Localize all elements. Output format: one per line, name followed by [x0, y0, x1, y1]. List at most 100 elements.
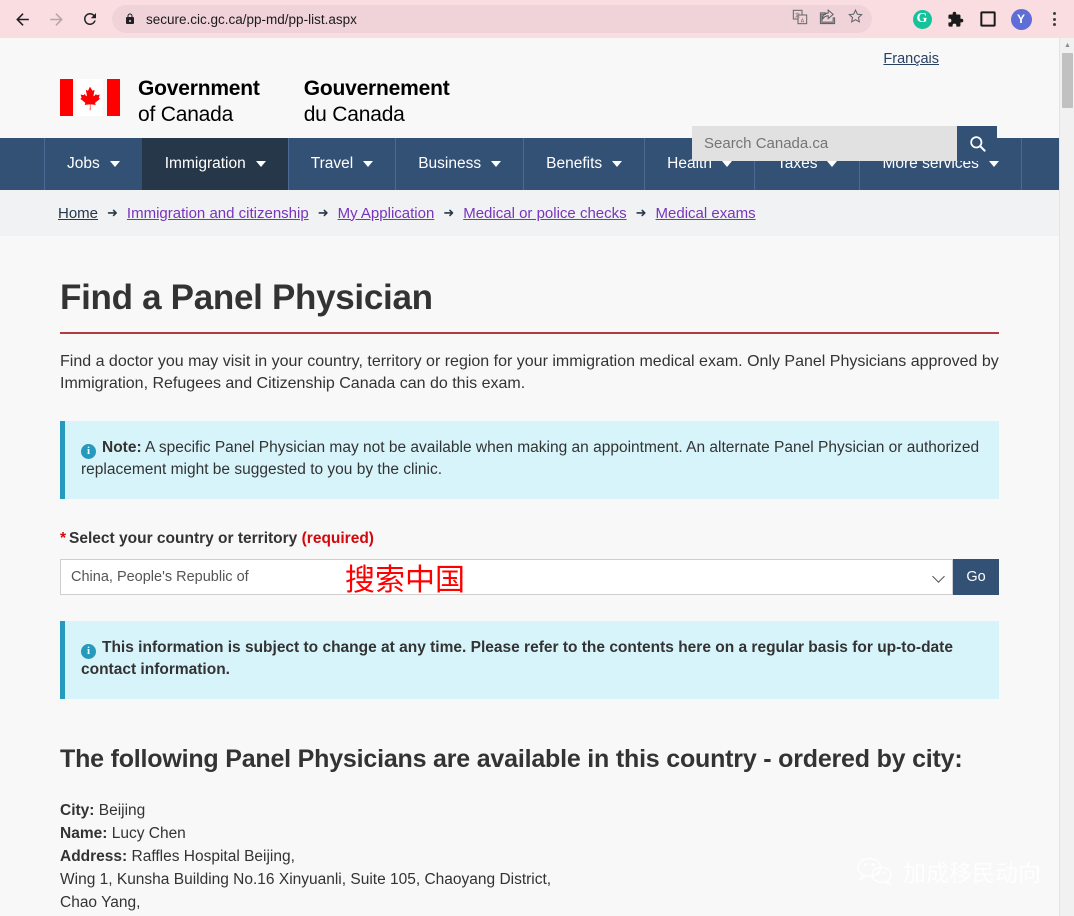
breadcrumb-separator-icon: ➜	[107, 205, 118, 220]
info-icon: i	[81, 643, 96, 659]
chrome-menu-icon[interactable]	[1040, 5, 1068, 33]
nav-label: Business	[418, 155, 482, 172]
breadcrumb-separator-icon: ➜	[635, 205, 647, 220]
country-select[interactable]: China, People's Republic of	[60, 559, 953, 595]
nav-item-immigration[interactable]: Immigration	[141, 138, 288, 190]
breadcrumb-separator-icon: ➜	[443, 205, 455, 220]
nav-label: Travel	[310, 155, 354, 172]
subject-box-text: This information is subject to change at…	[81, 639, 953, 678]
chevron-down-icon	[988, 161, 999, 167]
name-value: Lucy Chen	[111, 825, 186, 842]
physician-address-line1: Address: Raffles Hospital Beijing,	[60, 845, 999, 868]
search-icon	[969, 136, 986, 152]
physician-city-line: City: Beijing	[60, 799, 999, 822]
breadcrumb: Home ➜ Immigration and citizenship ➜ My …	[0, 190, 1059, 236]
extensions-puzzle-icon[interactable]	[941, 5, 969, 33]
chevron-down-icon	[721, 161, 732, 167]
bookmark-star-icon[interactable]	[847, 8, 864, 30]
wordmark-en-line1: Government	[138, 77, 260, 100]
address-label: Address:	[60, 848, 128, 865]
country-select-row: China, People's Republic of Go 搜索中国	[60, 559, 999, 598]
goc-header: Français Government of Canada Gouverneme…	[0, 38, 1059, 161]
nav-item-jobs[interactable]: Jobs	[44, 138, 142, 190]
breadcrumb-item-my-application[interactable]: My Application	[338, 205, 435, 222]
physician-address-line3: Chao Yang,	[60, 894, 141, 911]
goc-brand[interactable]: Government of Canada Gouvernement du Can…	[60, 76, 450, 128]
nav-item-travel[interactable]: Travel	[287, 138, 396, 190]
subject-to-change-callout: i This information is subject to change a…	[60, 621, 999, 699]
web-page: Français Government of Canada Gouverneme…	[0, 38, 1059, 916]
wordmark-french: Gouvernement du Canada	[304, 76, 450, 128]
city-value: Beijing	[98, 802, 146, 819]
note-text: A specific Panel Physician may not be av…	[81, 439, 980, 478]
nav-label: Benefits	[546, 155, 603, 172]
grammarly-icon[interactable]: G	[908, 5, 936, 33]
scrollbar-thumb[interactable]	[1062, 53, 1073, 108]
forward-arrow-icon[interactable]	[40, 3, 72, 35]
chevron-down-icon	[612, 161, 623, 167]
chevron-down-icon	[255, 161, 266, 167]
browser-extension-icons: G Y	[908, 0, 1068, 38]
browser-nav-buttons	[0, 3, 106, 35]
grammarly-letter: G	[912, 9, 932, 29]
address-bar[interactable]: secure.cic.gc.ca/pp-md/pp-list.aspx 文A	[112, 5, 872, 33]
reload-icon[interactable]	[74, 3, 106, 35]
chevron-down-icon	[491, 161, 502, 167]
chevron-down-icon	[363, 161, 374, 167]
required-asterisk: *	[60, 530, 67, 547]
page-title: Find a Panel Physician	[60, 236, 999, 334]
sidebar-panel-icon[interactable]	[974, 5, 1002, 33]
search-button[interactable]	[957, 126, 997, 161]
physician-address-line2: Wing 1, Kunsha Building No.16 Xinyuanli,…	[60, 871, 552, 888]
nav-label: Jobs	[67, 155, 100, 172]
field-label-text: Select your country or territory	[69, 530, 298, 547]
maple-leaf-icon	[80, 86, 101, 110]
share-icon[interactable]	[819, 8, 836, 30]
name-label: Name:	[60, 825, 108, 842]
wordmark-fr-line1: Gouvernement	[303, 77, 450, 100]
scroll-up-arrow-icon[interactable]: ▲	[1060, 38, 1074, 52]
breadcrumb-item-immigration-and-citizenship[interactable]: Immigration and citizenship	[127, 205, 309, 222]
breadcrumb-separator-icon: ➜	[317, 205, 329, 220]
chevron-down-icon	[827, 161, 838, 167]
browser-toolbar: secure.cic.gc.ca/pp-md/pp-list.aspx 文A G…	[0, 0, 1074, 38]
omnibox-actions: 文A	[792, 5, 864, 33]
nav-label: Immigration	[164, 155, 246, 172]
language-link-francais[interactable]: Français	[883, 51, 939, 67]
intro-paragraph: Find a doctor you may visit in your coun…	[60, 353, 999, 392]
breadcrumb-item-medical-exams[interactable]: Medical exams	[656, 205, 756, 222]
goc-wordmark: Government of Canada Gouvernement du Can…	[138, 76, 450, 128]
chevron-down-icon	[109, 161, 120, 167]
address-value-1: Raffles Hospital Beijing,	[131, 848, 295, 865]
wordmark-english: Government of Canada	[138, 76, 260, 128]
city-label: City:	[60, 802, 95, 819]
breadcrumb-item-home[interactable]: Home	[58, 205, 98, 222]
country-select-value: China, People's Republic of	[71, 569, 249, 585]
language-toggle-row: Français	[60, 38, 999, 68]
translate-icon[interactable]: 文A	[792, 9, 808, 30]
page-viewport: Français Government of Canada Gouverneme…	[0, 38, 1074, 916]
wordmark-en-line2: of Canada	[138, 103, 234, 126]
profile-avatar[interactable]: Y	[1007, 5, 1035, 33]
avatar-letter: Y	[1010, 8, 1032, 30]
nav-item-benefits[interactable]: Benefits	[523, 138, 644, 190]
nav-item-business[interactable]: Business	[395, 138, 523, 190]
required-text: (required)	[301, 530, 374, 547]
physician-name-line: Name: Lucy Chen	[60, 822, 999, 845]
back-arrow-icon[interactable]	[6, 3, 38, 35]
info-icon: i	[81, 443, 96, 459]
physician-record: City: Beijing Name: Lucy Chen Address: R…	[60, 799, 999, 916]
page-scrollbar[interactable]: ▲	[1059, 38, 1074, 916]
note-label: Note:	[102, 439, 142, 456]
main-content: Find a Panel Physician Find a doctor you…	[0, 236, 1059, 916]
site-search	[692, 126, 997, 161]
country-field-label: * Select your country or territory (requi…	[60, 530, 999, 548]
note-callout: i Note: A specific Panel Physician may no…	[60, 421, 999, 499]
url-text: secure.cic.gc.ca/pp-md/pp-list.aspx	[146, 11, 357, 27]
search-input[interactable]	[692, 126, 957, 161]
chevron-down-icon	[932, 570, 945, 583]
go-button[interactable]: Go	[953, 559, 999, 595]
breadcrumb-item-medical-or-police-checks[interactable]: Medical or police checks	[463, 205, 626, 222]
canada-flag-icon	[60, 79, 120, 116]
results-heading: The following Panel Physicians are avail…	[60, 745, 963, 773]
